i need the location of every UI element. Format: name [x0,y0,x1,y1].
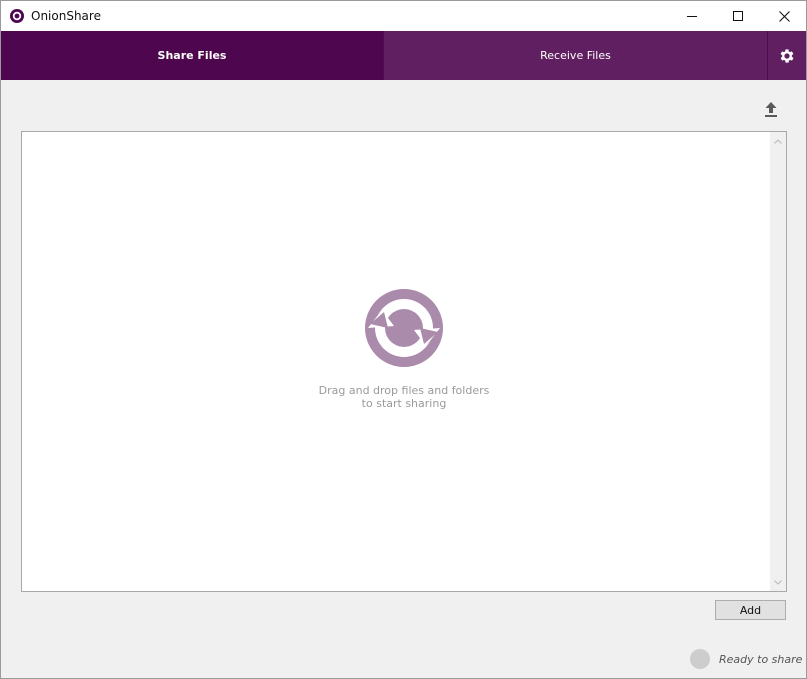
title-bar: OnionShare [1,1,806,31]
maximize-button[interactable] [715,1,761,31]
drop-instructions-line2: to start sharing [361,397,447,410]
scroll-up-button[interactable] [770,133,786,149]
status-text: Ready to share [719,653,803,666]
minimize-icon [687,16,697,17]
drop-instructions: Drag and drop files and folders to start… [302,384,506,410]
file-drop-area[interactable]: Drag and drop files and folders to start… [21,131,787,592]
gear-icon [780,48,794,63]
app-window: OnionShare Share Files Receive Files Dra… [0,0,807,679]
close-icon [778,10,790,22]
status-indicator-icon [690,649,710,669]
add-button[interactable]: Add [715,600,786,620]
vertical-scrollbar[interactable] [770,132,786,591]
tab-share-files[interactable]: Share Files [1,31,383,80]
scroll-down-button[interactable] [770,574,786,590]
onionshare-drop-logo-icon [365,289,443,367]
chevron-up-icon [774,138,782,144]
tab-receive-files[interactable]: Receive Files [384,31,767,80]
upload-icon [765,102,777,117]
onionshare-logo-icon [10,9,24,23]
window-title: OnionShare [31,9,101,23]
close-button[interactable] [761,1,806,31]
minimize-button[interactable] [669,1,715,31]
drop-instructions-line1: Drag and drop files and folders [318,384,490,397]
maximize-icon [733,11,743,21]
history-upload-button[interactable] [761,99,781,119]
chevron-down-icon [774,579,782,585]
mode-tab-bar: Share Files Receive Files [1,31,806,80]
settings-button[interactable] [768,31,806,80]
